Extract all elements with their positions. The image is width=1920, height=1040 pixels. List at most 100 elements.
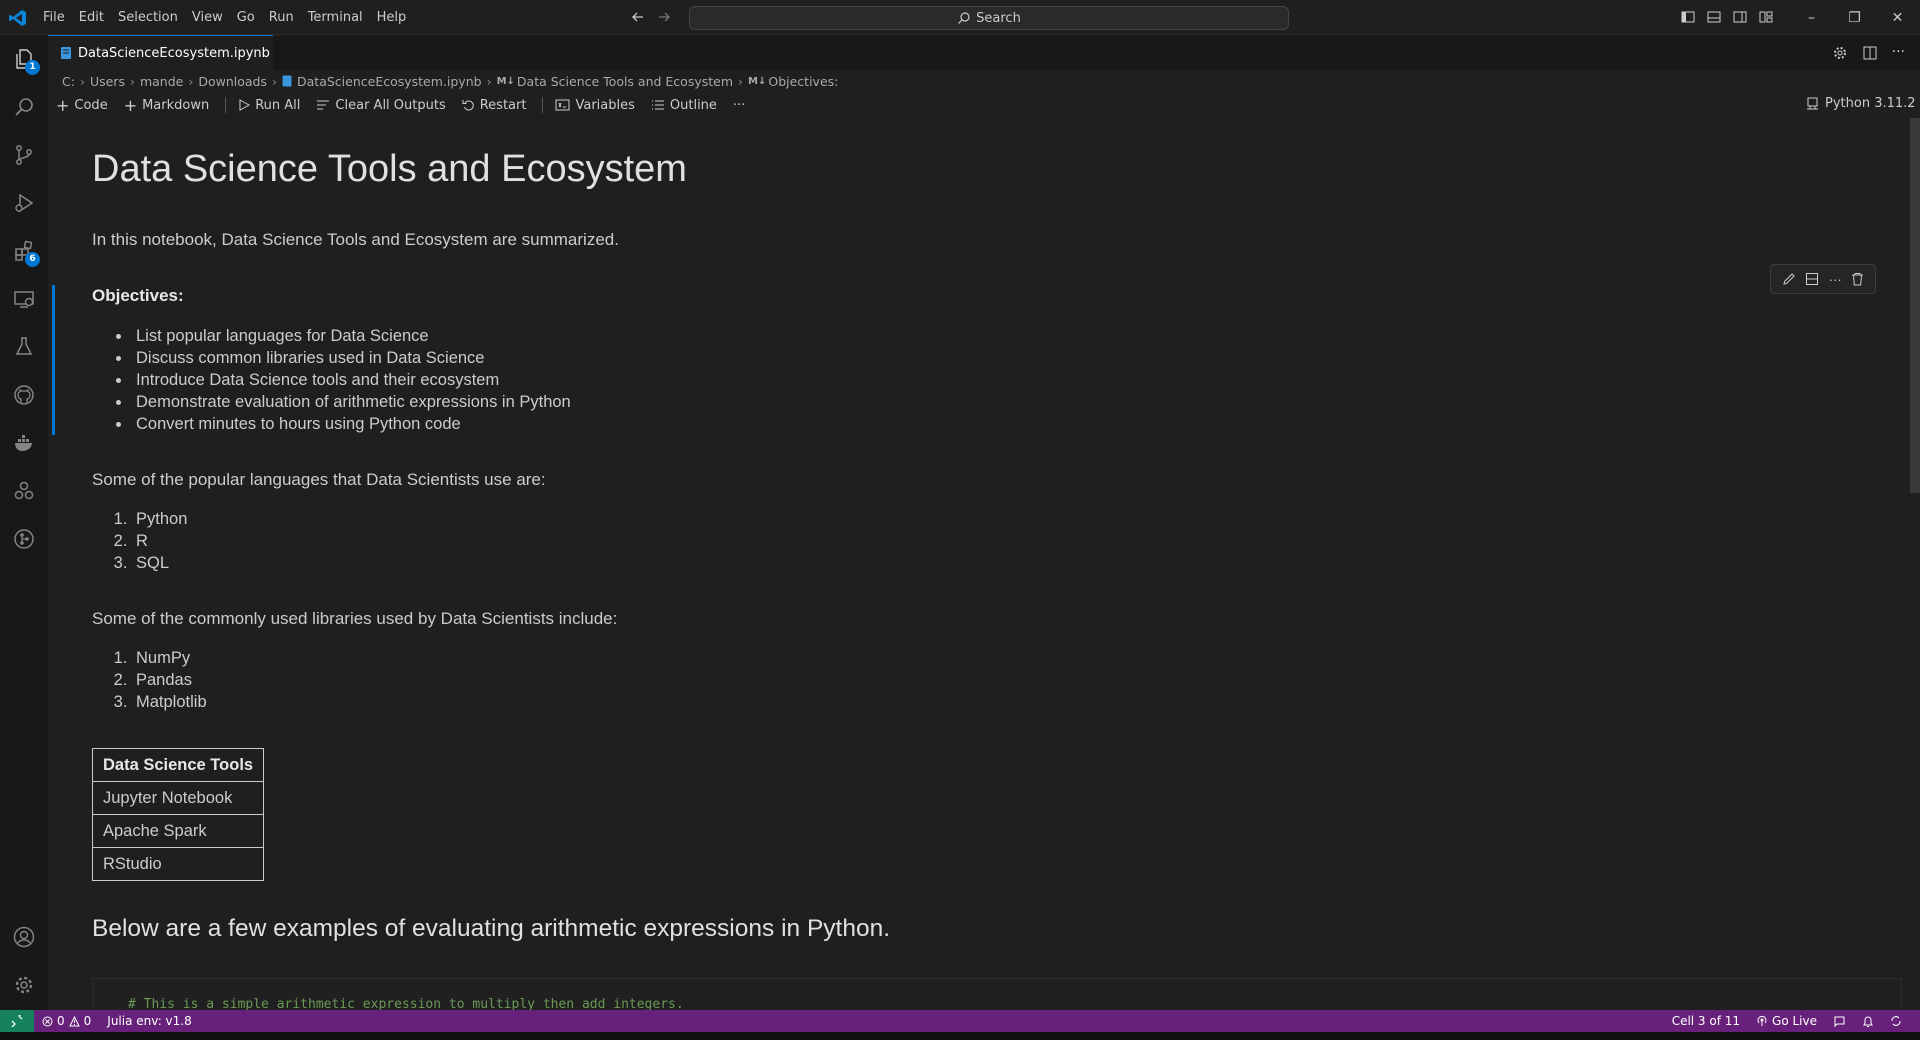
restart-icon: [462, 99, 475, 112]
menu-help[interactable]: Help: [370, 0, 414, 35]
docker-button[interactable]: [0, 419, 48, 467]
manage-button[interactable]: [0, 961, 48, 1009]
languages-intro: Some of the popular languages that Data …: [92, 470, 546, 489]
breadcrumb-file[interactable]: DataScienceEcosystem.ipynb: [297, 74, 482, 89]
gitlens-button[interactable]: [0, 515, 48, 563]
status-bar: 0 0 Julia env: v1.8 Cell 3 of 11 Go Live: [0, 1010, 1920, 1032]
menu-file[interactable]: File: [36, 0, 72, 35]
kernel-picker[interactable]: Python 3.11.2: [1806, 96, 1916, 111]
source-control-button[interactable]: [0, 131, 48, 179]
remote-explorer-button[interactable]: [0, 275, 48, 323]
list-item: Pandas: [132, 669, 207, 691]
back-arrow-icon[interactable]: [630, 9, 646, 25]
cell-position[interactable]: Cell 3 of 11: [1664, 1014, 1748, 1028]
more-actions-icon[interactable]: ···: [1892, 45, 1905, 61]
breadcrumb-user[interactable]: mande: [140, 74, 183, 89]
code-label: Code: [74, 97, 108, 113]
run-debug-button[interactable]: [0, 179, 48, 227]
minimize-button[interactable]: –: [1790, 0, 1833, 35]
toggle-secondary-sidebar-icon[interactable]: [1732, 9, 1748, 25]
clear-all-outputs-button[interactable]: Clear All Outputs: [316, 98, 446, 113]
toggle-primary-sidebar-icon[interactable]: [1680, 9, 1696, 25]
notifications-button[interactable]: [1854, 1015, 1882, 1028]
more-icon: ···: [732, 97, 746, 113]
editor-tab-bar: DataScienceEcosystem.ipynb ···: [48, 35, 1920, 70]
table-cell: RStudio: [91, 847, 265, 881]
variables-icon: [555, 99, 570, 111]
tab-datascienceecosystem[interactable]: DataScienceEcosystem.ipynb: [48, 35, 273, 70]
table-row: Jupyter Notebook: [91, 781, 265, 815]
activity-bar: 1 6: [0, 35, 48, 1010]
split-editor-icon[interactable]: [1862, 45, 1878, 61]
notebook-title: Data Science Tools and Ecosystem: [92, 148, 687, 190]
markdown-label: Markdown: [142, 97, 210, 113]
menu-go[interactable]: Go: [230, 0, 262, 35]
code-cell[interactable]: # This is a simple arithmetic expression…: [92, 978, 1902, 1010]
github-button[interactable]: [0, 371, 48, 419]
problems-indicator[interactable]: 0 0: [34, 1014, 99, 1028]
breadcrumb-heading[interactable]: Data Science Tools and Ecosystem: [517, 74, 733, 89]
breadcrumb-downloads[interactable]: Downloads: [198, 74, 267, 89]
list-item: SQL: [132, 552, 187, 574]
feedback-button[interactable]: [1825, 1015, 1854, 1028]
menu-terminal[interactable]: Terminal: [301, 0, 370, 35]
outline-list-icon: [651, 99, 665, 111]
testing-button[interactable]: [0, 323, 48, 371]
delete-trash-icon[interactable]: [1851, 272, 1864, 286]
close-button[interactable]: ✕: [1876, 0, 1919, 35]
list-item: Discuss common libraries used in Data Sc…: [132, 347, 571, 369]
clear-outputs-icon: [316, 99, 330, 111]
broadcast-icon: [1756, 1015, 1768, 1027]
run-all-button[interactable]: Run All: [238, 98, 300, 113]
command-center-search[interactable]: Search: [689, 6, 1289, 30]
github-icon: [12, 383, 36, 407]
libraries-intro: Some of the commonly used libraries used…: [92, 609, 618, 628]
gitlens-icon: [12, 527, 36, 551]
outline-button[interactable]: Outline: [651, 98, 717, 113]
restore-button[interactable]: ❐: [1833, 0, 1876, 35]
extensions-button[interactable]: 6: [0, 227, 48, 275]
breadcrumb-users[interactable]: Users: [90, 74, 125, 89]
notebook-content: ··· Data Science Tools and Ecosystem In …: [48, 118, 1908, 1010]
add-code-cell-button[interactable]: + Code: [56, 96, 108, 115]
menu-selection[interactable]: Selection: [111, 0, 185, 35]
breadcrumb-drive[interactable]: C:: [62, 74, 75, 89]
more-toolbar-button[interactable]: ···: [733, 98, 745, 113]
explorer-button[interactable]: 1: [0, 35, 48, 83]
list-item: R: [132, 530, 187, 552]
breadcrumb-objectives[interactable]: Objectives:: [768, 74, 838, 89]
edit-pencil-icon[interactable]: [1782, 272, 1796, 286]
search-view-button[interactable]: [0, 83, 48, 131]
more-icon[interactable]: ···: [1829, 272, 1842, 287]
variables-button[interactable]: Variables: [555, 98, 635, 113]
arithmetic-heading: Below are a few examples of evaluating a…: [92, 915, 891, 942]
split-cell-icon[interactable]: [1805, 272, 1819, 286]
status-right: Cell 3 of 11 Go Live: [1664, 1010, 1910, 1032]
notebook-toolbar: + Code + Markdown Run All Clear All Output…: [56, 94, 761, 116]
restart-button[interactable]: Restart: [462, 97, 527, 113]
julia-env-status[interactable]: Julia env: v1.8: [99, 1014, 199, 1028]
settings-gear-icon[interactable]: [1832, 45, 1848, 61]
table-row: Apache Spark: [91, 814, 265, 848]
sync-status-button[interactable]: [1882, 1015, 1910, 1027]
restart-label: Restart: [479, 97, 527, 113]
customize-layout-icon[interactable]: [1758, 9, 1774, 25]
list-item: List popular languages for Data Science: [132, 325, 571, 347]
menu-edit[interactable]: Edit: [72, 0, 111, 35]
menu-view[interactable]: View: [185, 0, 230, 35]
plus-icon: +: [123, 95, 138, 115]
go-live-button[interactable]: Go Live: [1748, 1014, 1825, 1028]
menu-run[interactable]: Run: [262, 0, 301, 35]
add-markdown-cell-button[interactable]: + Markdown: [124, 96, 210, 115]
toggle-panel-icon[interactable]: [1706, 9, 1722, 25]
list-item: Demonstrate evaluation of arithmetic exp…: [132, 391, 571, 413]
remote-indicator[interactable]: [0, 1010, 34, 1032]
code-comment: # This is a simple arithmetic expression…: [128, 997, 684, 1010]
forward-arrow-icon[interactable]: [656, 9, 672, 25]
editor-scrollbar[interactable]: [1910, 118, 1920, 493]
kubernetes-button[interactable]: [0, 467, 48, 515]
table-header: Data Science Tools: [91, 748, 265, 782]
accounts-button[interactable]: [0, 913, 48, 961]
markdown-icon: M↓: [748, 75, 767, 87]
tab-label: DataScienceEcosystem.ipynb: [78, 45, 270, 61]
